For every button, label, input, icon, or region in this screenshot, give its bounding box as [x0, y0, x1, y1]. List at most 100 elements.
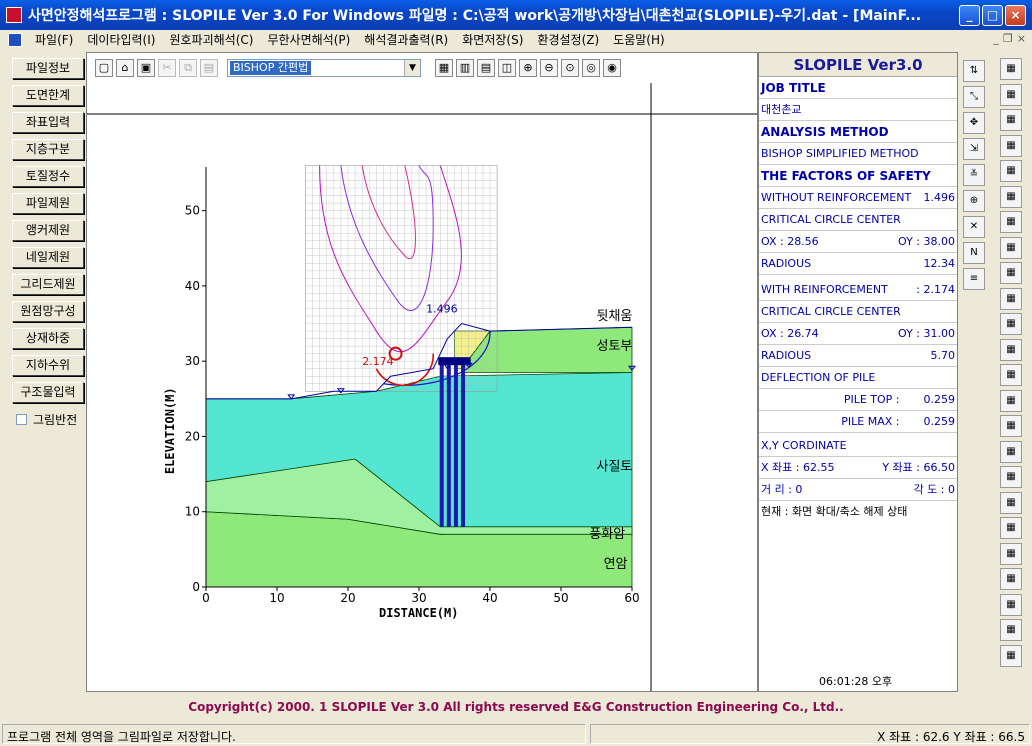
origin-mesh-button[interactable]: 원점망구성 [12, 301, 84, 322]
x-axis-label: DISTANCE(M) [379, 606, 458, 620]
without-value: 1.496 [923, 191, 956, 204]
groundwater-level-button[interactable]: 지하수위 [12, 355, 84, 376]
oy2-value: OY : 31.00 [898, 327, 955, 340]
tool-right-1-icon[interactable]: ▦ [1000, 58, 1022, 80]
y-axis-label: ELEVATION(M) [163, 387, 177, 474]
x-tick-label: 0 [202, 591, 210, 605]
tool-right-2-icon[interactable]: ▦ [1000, 83, 1022, 106]
xy-label: X,Y CORDINATE [761, 439, 847, 452]
soil-constants-button[interactable]: 토질정수 [12, 166, 84, 187]
tool-right-5-icon[interactable]: ▦ [1000, 160, 1022, 182]
x-tick-label: 10 [269, 591, 284, 605]
layer-label-3: 사질토 [597, 459, 633, 474]
grid-spec-button[interactable]: 그리드제원 [12, 274, 84, 295]
tool-right-7-icon[interactable]: ▦ [1000, 211, 1022, 233]
fs-label: THE FACTORS OF SAFETY [759, 165, 957, 187]
menu-help[interactable]: 도움말(H) [606, 31, 672, 48]
pile-4 [461, 361, 466, 527]
layer-label-1: 뒷채움 [597, 309, 633, 324]
tool-left-5-icon[interactable]: ≚ [963, 164, 985, 186]
tool-right-10-icon[interactable]: ▦ [1000, 287, 1022, 310]
menu-infinite-slope[interactable]: 무한사면해석(P) [260, 31, 357, 48]
mdi-restore-button[interactable]: ❐ [1003, 32, 1013, 45]
fs-label-with: 2.174 [362, 355, 394, 368]
pile-spec-button[interactable]: 파일제원 [12, 193, 84, 214]
tool-right-19-icon[interactable]: ▦ [1000, 517, 1022, 539]
tool-right-18-icon[interactable]: ▦ [1000, 491, 1022, 514]
mdi-close-button[interactable]: × [1017, 32, 1026, 45]
tool-right-13-icon[interactable]: ▦ [1000, 364, 1022, 386]
tool-right-17-icon[interactable]: ▦ [1000, 466, 1022, 488]
x-tick-label: 50 [553, 591, 568, 605]
mdi-minimize-button[interactable]: _ [993, 32, 999, 45]
tool-right-3-icon[interactable]: ▦ [1000, 109, 1022, 131]
nail-spec-button[interactable]: 네일제원 [12, 247, 84, 268]
minimize-button[interactable]: _ [959, 4, 980, 26]
tool-right-12-icon[interactable]: ▦ [1000, 338, 1022, 361]
window-title: 사면안정해석프로그램 : SLOPILE Ver 3.0 For Windows… [28, 8, 922, 24]
pile-max-label: PILE MAX : [841, 415, 900, 428]
status-bar: 프로그램 전체 영역을 그림파일로 저장합니다. X 좌표 : 62.6 Y 좌… [0, 722, 1032, 746]
fs-label-without: 1.496 [426, 302, 458, 315]
deflection-row: DEFLECTION OF PILE [759, 367, 957, 389]
ccc1-row: CRITICAL CIRCLE CENTER [759, 209, 957, 231]
tool-left-1-icon[interactable]: ⇅ [963, 60, 985, 82]
tool-right-21-icon[interactable]: ▦ [1000, 568, 1022, 590]
tool-right-8-icon[interactable]: ▦ [1000, 236, 1022, 259]
x-tick-label: 30 [411, 591, 426, 605]
x-tick-label: 60 [624, 591, 639, 605]
tool-right-6-icon[interactable]: ▦ [1000, 185, 1022, 208]
tool-left-3-icon[interactable]: ✥ [963, 112, 985, 134]
anchor-spec-button[interactable]: 앵커제원 [12, 220, 84, 241]
menu-data-input[interactable]: 데이타입력(I) [80, 31, 162, 48]
clock: 06:01:28 오후 [819, 675, 893, 688]
maximize-button[interactable]: □ [982, 4, 1003, 26]
flip-drawing-checkbox[interactable]: 그림반전 [16, 411, 84, 428]
menu-circular-failure[interactable]: 원호파괴해석(C) [162, 31, 260, 48]
tool-left-9-icon[interactable]: ≡ [963, 268, 985, 290]
ccc1-label: CRITICAL CIRCLE CENTER [761, 213, 901, 226]
y-tick-label: 40 [185, 279, 200, 293]
drawing-canvas[interactable]: ▢ ⌂ ▣ ✂ ⧉ ▤ BISHOP 간편법 ▼ ▦ ▥ ▤ ◫ ⊕ ⊖ ⊙ ◎… [86, 52, 758, 692]
ox1-value: OX : 28.56 [761, 235, 819, 248]
tool-left-6-icon[interactable]: ⊕ [963, 190, 985, 212]
tool-right-15-icon[interactable]: ▦ [1000, 415, 1022, 437]
menu-file[interactable]: 파일(F) [28, 31, 80, 48]
tool-left-8-icon[interactable]: N [963, 242, 985, 264]
angle-value: 각 도 : 0 [913, 483, 955, 496]
layer-division-button[interactable]: 지층구분 [12, 139, 84, 160]
job-title-text: 대천촌교 [761, 103, 802, 116]
close-button[interactable]: × [1005, 4, 1026, 26]
pile-max-row: PILE MAX : 0.259 [759, 411, 957, 433]
tool-right-22-icon[interactable]: ▦ [1000, 593, 1022, 616]
tool-right-4-icon[interactable]: ▦ [1000, 134, 1022, 157]
tool-right-9-icon[interactable]: ▦ [1000, 262, 1022, 284]
menu-screen-save[interactable]: 화면저장(S) [455, 31, 530, 48]
tool-right-14-icon[interactable]: ▦ [1000, 389, 1022, 412]
method-label: ANALYSIS METHOD [759, 121, 957, 143]
tool-right-24-icon[interactable]: ▦ [1000, 644, 1022, 667]
tool-right-11-icon[interactable]: ▦ [1000, 313, 1022, 335]
checkbox-box[interactable] [16, 414, 27, 425]
document-icon[interactable] [8, 32, 22, 47]
drawing-limit-button[interactable]: 도면한계 [12, 85, 84, 106]
pile-2 [446, 361, 451, 527]
status-row: 현재 : 화면 확대/축소 해제 상태 [759, 501, 957, 523]
menu-settings[interactable]: 환경설정(Z) [530, 31, 606, 48]
surcharge-load-button[interactable]: 상재하중 [12, 328, 84, 349]
tool-left-2-icon[interactable]: ⤡ [963, 86, 985, 108]
tool-right-16-icon[interactable]: ▦ [1000, 440, 1022, 463]
title-bar[interactable]: 사면안정해석프로그램 : SLOPILE Ver 3.0 For Windows… [0, 0, 1032, 30]
ccc2-row: CRITICAL CIRCLE CENTER [759, 301, 957, 323]
coordinate-input-button[interactable]: 좌표입력 [12, 112, 84, 133]
with-reinforcement-row: WITH REINFORCEMENT: 2.174 [759, 279, 957, 301]
app-icon[interactable] [6, 7, 22, 23]
menu-results-output[interactable]: 해석결과출력(R) [357, 31, 455, 48]
tool-right-23-icon[interactable]: ▦ [1000, 619, 1022, 641]
file-info-button[interactable]: 파일정보 [12, 58, 84, 79]
tool-left-7-icon[interactable]: ✕ [963, 216, 985, 238]
tool-right-20-icon[interactable]: ▦ [1000, 542, 1022, 565]
tool-left-4-icon[interactable]: ⇲ [963, 138, 985, 160]
structure-input-button[interactable]: 구조물입력 [12, 382, 84, 403]
section-plot[interactable]: 0 10 20 30 40 50 60 0 10 20 30 40 50 DISTANCE(M) ELEVA… [87, 53, 757, 691]
